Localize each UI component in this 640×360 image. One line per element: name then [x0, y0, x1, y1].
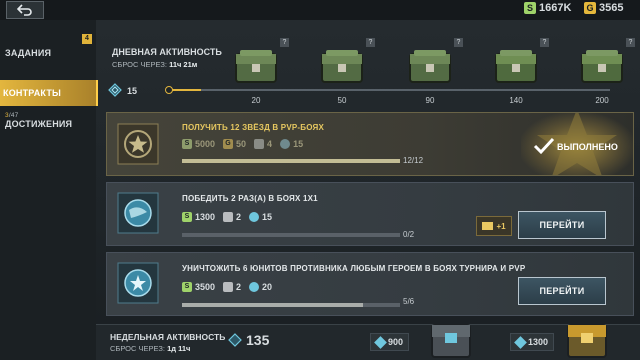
top-bar: S 1667K G 3565 [0, 0, 640, 20]
daily-reward-chest-icon[interactable] [232, 42, 280, 86]
weekly-activity-title: НЕДЕЛЬНАЯ АКТИВНОСТЬ [110, 332, 226, 342]
reward-gold: G 50 [223, 139, 246, 149]
reward-tokens: 4 [254, 139, 272, 149]
chest-info-button[interactable]: ? [454, 38, 463, 47]
contract-progress-bar [182, 159, 400, 163]
contract-card-stars: ПОЛУЧИТЬ 12 ЗВЁЗД В PVP-БОЯХ S 5000 G 50 4… [106, 112, 634, 176]
contract-title: УНИЧТОЖИТЬ 6 ЮНИТОВ ПРОТИВНИКА ЛЮБЫМ ГЕР… [182, 264, 526, 273]
contract-progress-bar [182, 233, 400, 237]
gold-coin-icon: G [223, 139, 234, 149]
daily-milestone-label: 50 [337, 96, 347, 105]
contract-progress-count: 0/2 [403, 230, 415, 239]
contract-progress-count: 5/6 [403, 297, 415, 306]
sidebar-item-achievements[interactable]: 3/47 ДОСТИЖЕНИЯ [0, 110, 96, 140]
daily-progress-start-marker [165, 86, 173, 94]
gold-currency: G 3565 [584, 2, 623, 14]
silver-amount: 1667K [539, 2, 572, 14]
activity-points-icon [108, 83, 122, 97]
token-icon [223, 212, 234, 222]
contract-progress-count: 12/12 [403, 156, 424, 165]
achievements-progress: 3/47 [5, 112, 19, 119]
contract-progress-bar [182, 303, 400, 307]
reward-points: 15 [249, 212, 272, 222]
activity-points-icon [374, 335, 387, 349]
notification-badge: 4 [82, 34, 92, 44]
contract-title: ПОЛУЧИТЬ 12 ЗВЁЗД В PVP-БОЯХ [182, 123, 325, 132]
weekly-gold-chest-icon[interactable] [562, 311, 612, 360]
weekly-points: 135 [228, 332, 269, 348]
completed-stamp: ВЫПОЛНЕНО [521, 113, 633, 175]
contract-rewards: S 3500 2 20 [182, 282, 272, 292]
checkmark-icon [533, 137, 555, 155]
daily-milestone-label: 140 [509, 96, 523, 105]
sidebar-item-tasks[interactable]: ЗАДАНИЯ 4 [0, 30, 96, 80]
activity-points-icon [249, 282, 260, 292]
contracts-screen: { "colors": { "accent": "#e3b63e", "silv… [0, 0, 640, 360]
sidebar-item-contracts[interactable]: КОНТРАКТЫ [0, 80, 98, 106]
silver-coin-icon: S [182, 212, 192, 222]
daily-points: 15 [127, 86, 138, 96]
contract-title: ПОБЕДИТЬ 2 РАЗ(А) В БОЯХ 1X1 [182, 194, 318, 203]
weekly-milestone: 1300 [510, 333, 555, 351]
chest-info-button[interactable]: ? [540, 38, 549, 47]
daily-progress-bar [168, 89, 610, 91]
daily-milestone-label: 200 [595, 96, 609, 105]
contract-card-destroy-units: УНИЧТОЖИТЬ 6 ЮНИТОВ ПРОТИВНИКА ЛЮБЫМ ГЕР… [106, 252, 634, 316]
video-ad-icon [482, 222, 494, 230]
globe-badge-icon [117, 192, 159, 234]
activity-points-icon [228, 333, 242, 347]
reward-points: 20 [249, 282, 272, 292]
contract-card-duel-wins: ПОБЕДИТЬ 2 РАЗ(А) В БОЯХ 1X1 S 1300 2 15 … [106, 182, 634, 246]
silver-coin-icon: S [182, 282, 192, 292]
silver-coin-icon: S [182, 139, 192, 149]
chest-info-button[interactable]: ? [626, 38, 635, 47]
silver-currency: S 1667K [524, 2, 571, 14]
reward-silver: S 3500 [182, 282, 215, 292]
daily-milestone-label: 20 [251, 96, 261, 105]
contract-rewards: S 5000 G 50 4 15 [182, 139, 303, 149]
winged-star-badge-icon [117, 262, 159, 304]
contract-progress-fill [182, 159, 400, 163]
daily-milestone-label: 90 [425, 96, 435, 105]
completed-label: ВЫПОЛНЕНО [557, 142, 618, 152]
activity-points-icon [514, 335, 527, 349]
weekly-reset-timer: СБРОС ЧЕРЕЗ: 1д 11ч [110, 344, 191, 353]
daily-reward-chest-icon[interactable] [578, 42, 626, 86]
weekly-activity-bar: НЕДЕЛЬНАЯ АКТИВНОСТЬ СБРОС ЧЕРЕЗ: 1д 11ч… [96, 324, 640, 360]
gold-coin-icon: G [584, 2, 596, 14]
reward-tokens: 2 [223, 282, 241, 292]
chest-info-button[interactable]: ? [280, 38, 289, 47]
daily-reset-timer: СБРОС ЧЕРЕЗ: 11ч 21м [112, 60, 198, 69]
reward-silver: S 5000 [182, 139, 215, 149]
go-button[interactable]: ПЕРЕЙТИ [518, 211, 606, 239]
sidebar-item-label: КОНТРАКТЫ [3, 88, 62, 98]
watch-ad-bonus-button[interactable]: +1 [476, 216, 512, 236]
activity-points-icon [249, 212, 260, 222]
go-button[interactable]: ПЕРЕЙТИ [518, 277, 606, 305]
weekly-chest-icon[interactable] [426, 311, 476, 360]
reward-tokens: 2 [223, 212, 241, 222]
token-icon [223, 282, 234, 292]
sidebar: ЗАДАНИЯ 4 КОНТРАКТЫ 3/47 ДОСТИЖЕНИЯ [0, 20, 98, 360]
reward-silver: S 1300 [182, 212, 215, 222]
daily-reward-chest-icon[interactable] [492, 42, 540, 86]
token-icon [254, 139, 265, 149]
daily-reward-chest-icon[interactable] [318, 42, 366, 86]
back-button[interactable] [6, 1, 44, 19]
chest-info-button[interactable]: ? [366, 38, 375, 47]
daily-activity-title: ДНЕВНАЯ АКТИВНОСТЬ [112, 47, 222, 57]
sidebar-item-label: ЗАДАНИЯ [5, 48, 52, 58]
activity-points-icon [280, 139, 291, 149]
daily-reward-chest-icon[interactable] [406, 42, 454, 86]
gold-amount: 3565 [599, 2, 624, 14]
sidebar-item-label: ДОСТИЖЕНИЯ [5, 119, 73, 129]
contract-rewards: S 1300 2 15 [182, 212, 272, 222]
reward-points: 15 [280, 139, 303, 149]
star-wreath-icon [117, 123, 159, 165]
silver-coin-icon: S [524, 2, 536, 14]
contract-progress-fill [182, 303, 363, 307]
back-arrow-icon [17, 4, 32, 16]
weekly-milestone: 900 [370, 333, 410, 351]
